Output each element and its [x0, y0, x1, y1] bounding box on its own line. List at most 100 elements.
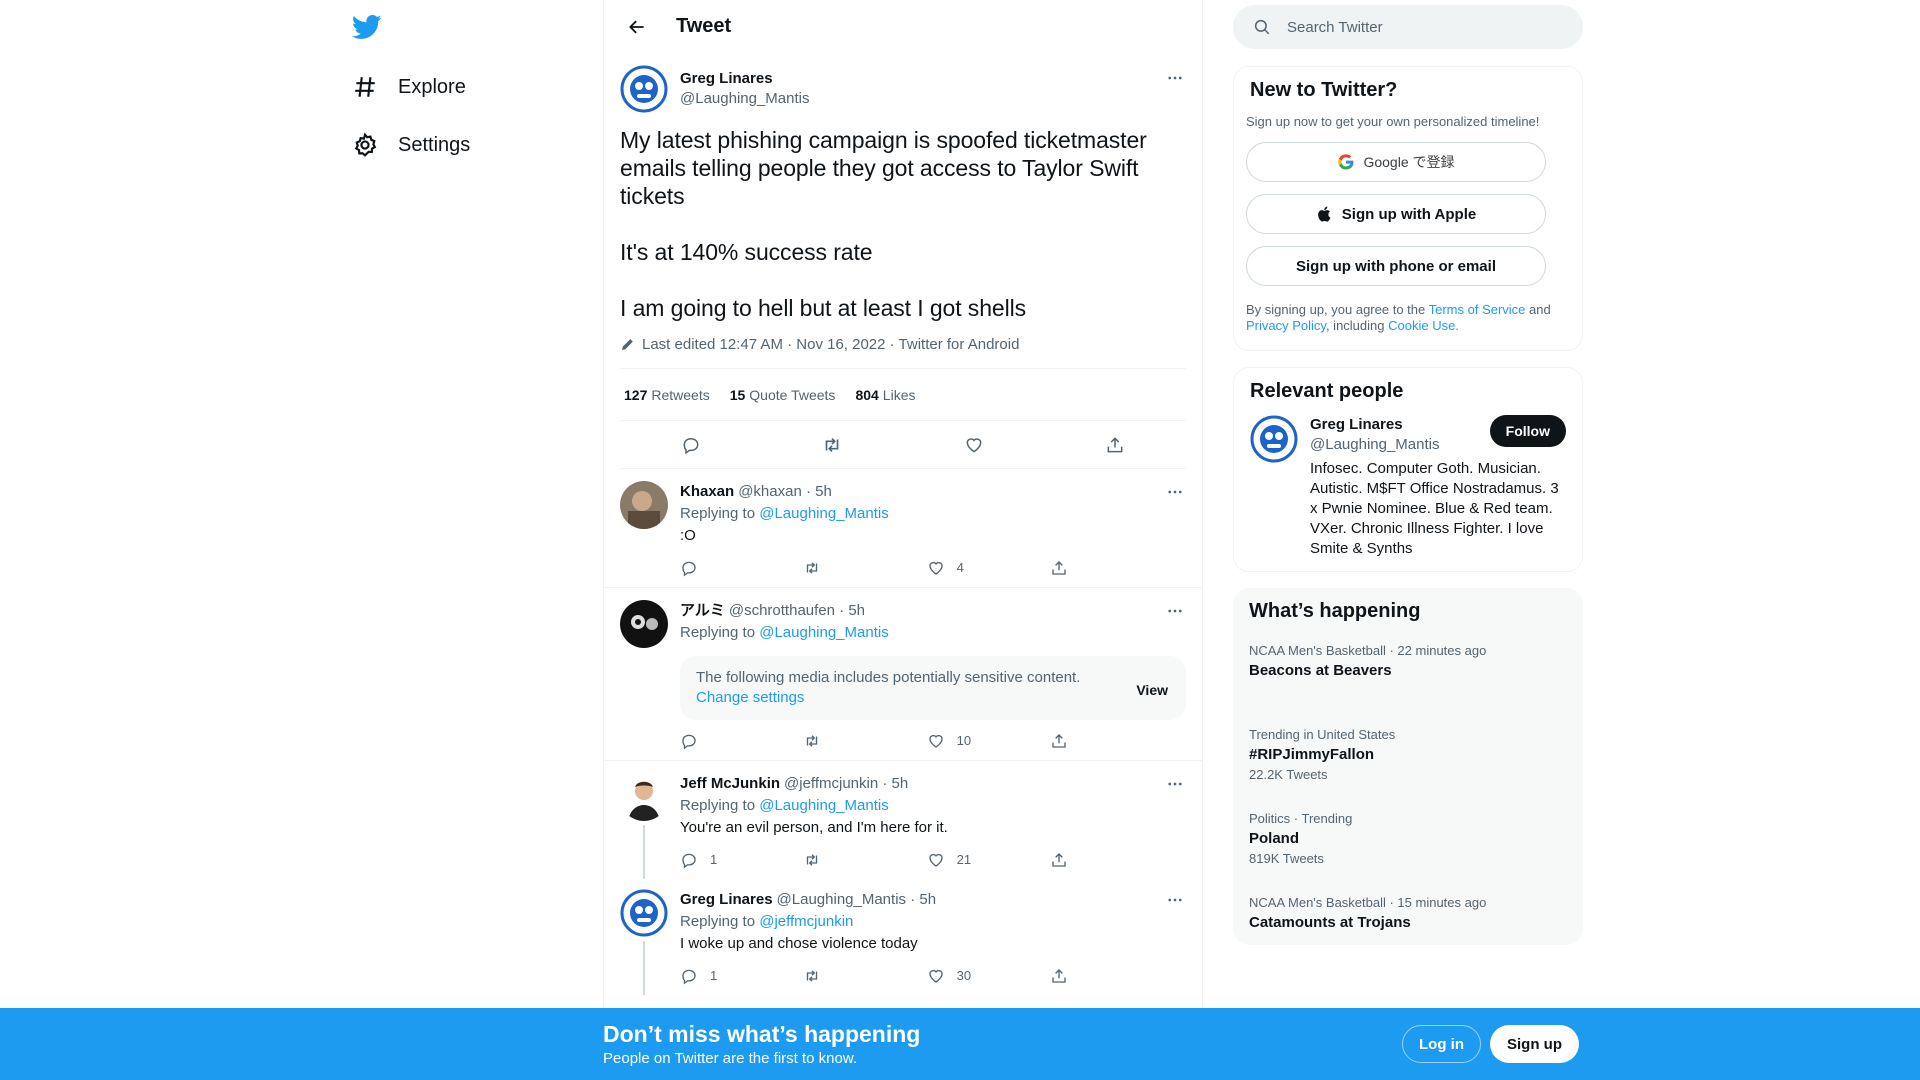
relevant-person[interactable]: Greg Linares @Laughing_Mantis Infosec. C… — [1234, 403, 1582, 571]
reply-tweet[interactable]: Greg Linares @Laughing_Mantis · 5h Reply… — [604, 879, 1202, 995]
login-button[interactable]: Log in — [1402, 1025, 1481, 1063]
retweet-icon[interactable] — [803, 732, 863, 750]
avatar[interactable] — [620, 65, 668, 113]
retweets-stat[interactable]: 127 Retweets — [624, 387, 710, 403]
like-icon[interactable]: 4 — [927, 557, 987, 579]
more-options-icon[interactable] — [1164, 773, 1186, 795]
reply-icon[interactable]: 1 — [680, 965, 740, 987]
search-placeholder: Search Twitter — [1287, 18, 1383, 36]
thread-line — [643, 941, 645, 995]
reply-time[interactable]: 5h — [892, 773, 909, 795]
reply-actions: 10 — [680, 722, 1110, 760]
view-button[interactable]: View — [1136, 680, 1168, 700]
more-options-icon[interactable] — [1164, 889, 1186, 911]
tweet-stats: 127 Retweets 15 Quote Tweets 804 Likes — [620, 368, 1186, 421]
reply-icon[interactable] — [674, 428, 708, 462]
legal-text: By signing up, you agree to the Terms of… — [1246, 302, 1551, 333]
like-icon[interactable]: 21 — [927, 849, 987, 871]
retweet-icon[interactable] — [803, 851, 863, 869]
share-icon[interactable] — [1050, 967, 1110, 985]
nav-settings-label: Settings — [398, 133, 471, 156]
twitter-bird-icon[interactable] — [351, 12, 384, 44]
apple-icon — [1317, 206, 1331, 222]
signup-button[interactable]: Sign up — [1490, 1025, 1579, 1063]
sensitive-text: The following media includes potentially… — [696, 669, 1081, 686]
tweet-actions — [620, 421, 1186, 469]
trend-item[interactable]: NCAA Men's Basketball · 15 minutes ago C… — [1233, 881, 1583, 945]
google-signup-button[interactable]: Google で登録 — [1246, 142, 1546, 182]
more-options-icon[interactable] — [1164, 600, 1186, 622]
author-name[interactable]: Greg Linares — [680, 69, 809, 89]
trend-item[interactable]: Politics · Trending Poland 819K Tweets — [1233, 797, 1583, 881]
sensitive-media-warning: The following media includes potentially… — [680, 656, 1186, 720]
reply-tweet[interactable]: アルミ @schrotthaufen · 5h Replying to @Lau… — [604, 588, 1202, 761]
quotes-stat[interactable]: 15 Quote Tweets — [730, 387, 836, 403]
cookie-link[interactable]: Cookie Use. — [1388, 318, 1459, 333]
author-handle[interactable]: @Laughing_Mantis — [680, 89, 809, 109]
reply-time[interactable]: 5h — [919, 889, 936, 911]
like-icon[interactable] — [957, 428, 991, 462]
privacy-link[interactable]: Privacy Policy — [1246, 318, 1326, 333]
back-arrow-icon[interactable] — [620, 10, 654, 44]
reply-author-handle[interactable]: @jeffmcjunkin — [784, 773, 878, 795]
retweet-icon[interactable] — [815, 428, 849, 462]
person-bio: Infosec. Computer Goth. Musician. Autist… — [1310, 460, 1559, 557]
reply-author-name[interactable]: アルミ — [680, 600, 725, 622]
replying-to-link[interactable]: @Laughing_Mantis — [759, 505, 888, 522]
more-options-icon[interactable] — [1164, 481, 1186, 503]
retweet-icon[interactable] — [803, 559, 863, 577]
change-settings-link[interactable]: Change settings — [696, 689, 804, 706]
replying-to-link[interactable]: @Laughing_Mantis — [759, 797, 888, 814]
like-icon[interactable]: 10 — [927, 730, 987, 752]
retweet-icon[interactable] — [803, 967, 863, 985]
reply-author-handle[interactable]: @khaxan — [738, 481, 802, 503]
share-icon[interactable] — [1098, 428, 1132, 462]
reply-author-handle[interactable]: @Laughing_Mantis — [777, 889, 906, 911]
replying-to: Replying to @jeffmcjunkin — [680, 913, 854, 930]
card-title: Relevant people — [1250, 380, 1404, 402]
replying-to-link[interactable]: @Laughing_Mantis — [759, 624, 888, 641]
new-to-twitter-card: New to Twitter? Sign up now to get your … — [1233, 66, 1583, 351]
avatar[interactable] — [620, 773, 668, 821]
phone-email-signup-button[interactable]: Sign up with phone or email — [1246, 246, 1546, 286]
login-banner: Don’t miss what’s happening People on Tw… — [0, 1008, 1920, 1080]
avatar[interactable] — [620, 600, 668, 648]
reply-author-name[interactable]: Greg Linares — [680, 889, 773, 911]
reply-author-name[interactable]: Jeff McJunkin — [680, 773, 780, 795]
reply-tweet[interactable]: Khaxan @khaxan · 5h Replying to @Laughin… — [604, 469, 1202, 588]
avatar[interactable] — [1250, 415, 1298, 463]
card-title: What’s happening — [1249, 600, 1421, 622]
reply-tweet[interactable]: Jeff McJunkin @jeffmcjunkin · 5h Replyin… — [604, 761, 1202, 879]
like-icon[interactable]: 30 — [927, 965, 987, 987]
trend-item[interactable]: NCAA Men's Basketball · 22 minutes ago B… — [1233, 623, 1583, 713]
reply-author-handle[interactable]: @schrotthaufen — [729, 600, 835, 622]
nav-settings[interactable]: Settings — [344, 119, 478, 171]
reply-author-name[interactable]: Khaxan — [680, 481, 734, 503]
share-icon[interactable] — [1050, 851, 1110, 869]
avatar[interactable] — [620, 889, 668, 937]
avatar[interactable] — [620, 481, 668, 529]
search-input[interactable]: Search Twitter — [1233, 5, 1583, 49]
reply-text: I woke up and chose violence today — [680, 935, 918, 952]
hashtag-icon — [355, 77, 375, 97]
trend-item[interactable]: Trending in United States #RIPJimmyFallo… — [1233, 713, 1583, 797]
reply-icon[interactable] — [680, 732, 740, 750]
google-icon — [1338, 154, 1354, 170]
likes-stat[interactable]: 804 Likes — [855, 387, 915, 403]
follow-button[interactable]: Follow — [1489, 415, 1566, 447]
reply-text: You're an evil person, and I'm here for … — [680, 819, 948, 836]
nav-explore[interactable]: Explore — [344, 61, 474, 113]
tweet-header: Tweet — [604, 0, 1202, 53]
terms-link[interactable]: Terms of Service — [1429, 302, 1526, 317]
reply-time[interactable]: 5h — [848, 600, 865, 622]
reply-icon[interactable]: 1 — [680, 849, 740, 871]
share-icon[interactable] — [1050, 732, 1110, 750]
more-options-icon[interactable] — [1164, 67, 1186, 89]
share-icon[interactable] — [1050, 559, 1110, 577]
edited-info[interactable]: Last edited 12:47 AM · Nov 16, 2022 · Tw… — [620, 334, 1186, 354]
apple-signup-button[interactable]: Sign up with Apple — [1246, 194, 1546, 234]
replying-to-link[interactable]: @jeffmcjunkin — [759, 913, 853, 930]
reply-time[interactable]: 5h — [815, 481, 832, 503]
card-subtitle: Sign up now to get your own personalized… — [1246, 114, 1540, 129]
reply-icon[interactable] — [680, 559, 740, 577]
